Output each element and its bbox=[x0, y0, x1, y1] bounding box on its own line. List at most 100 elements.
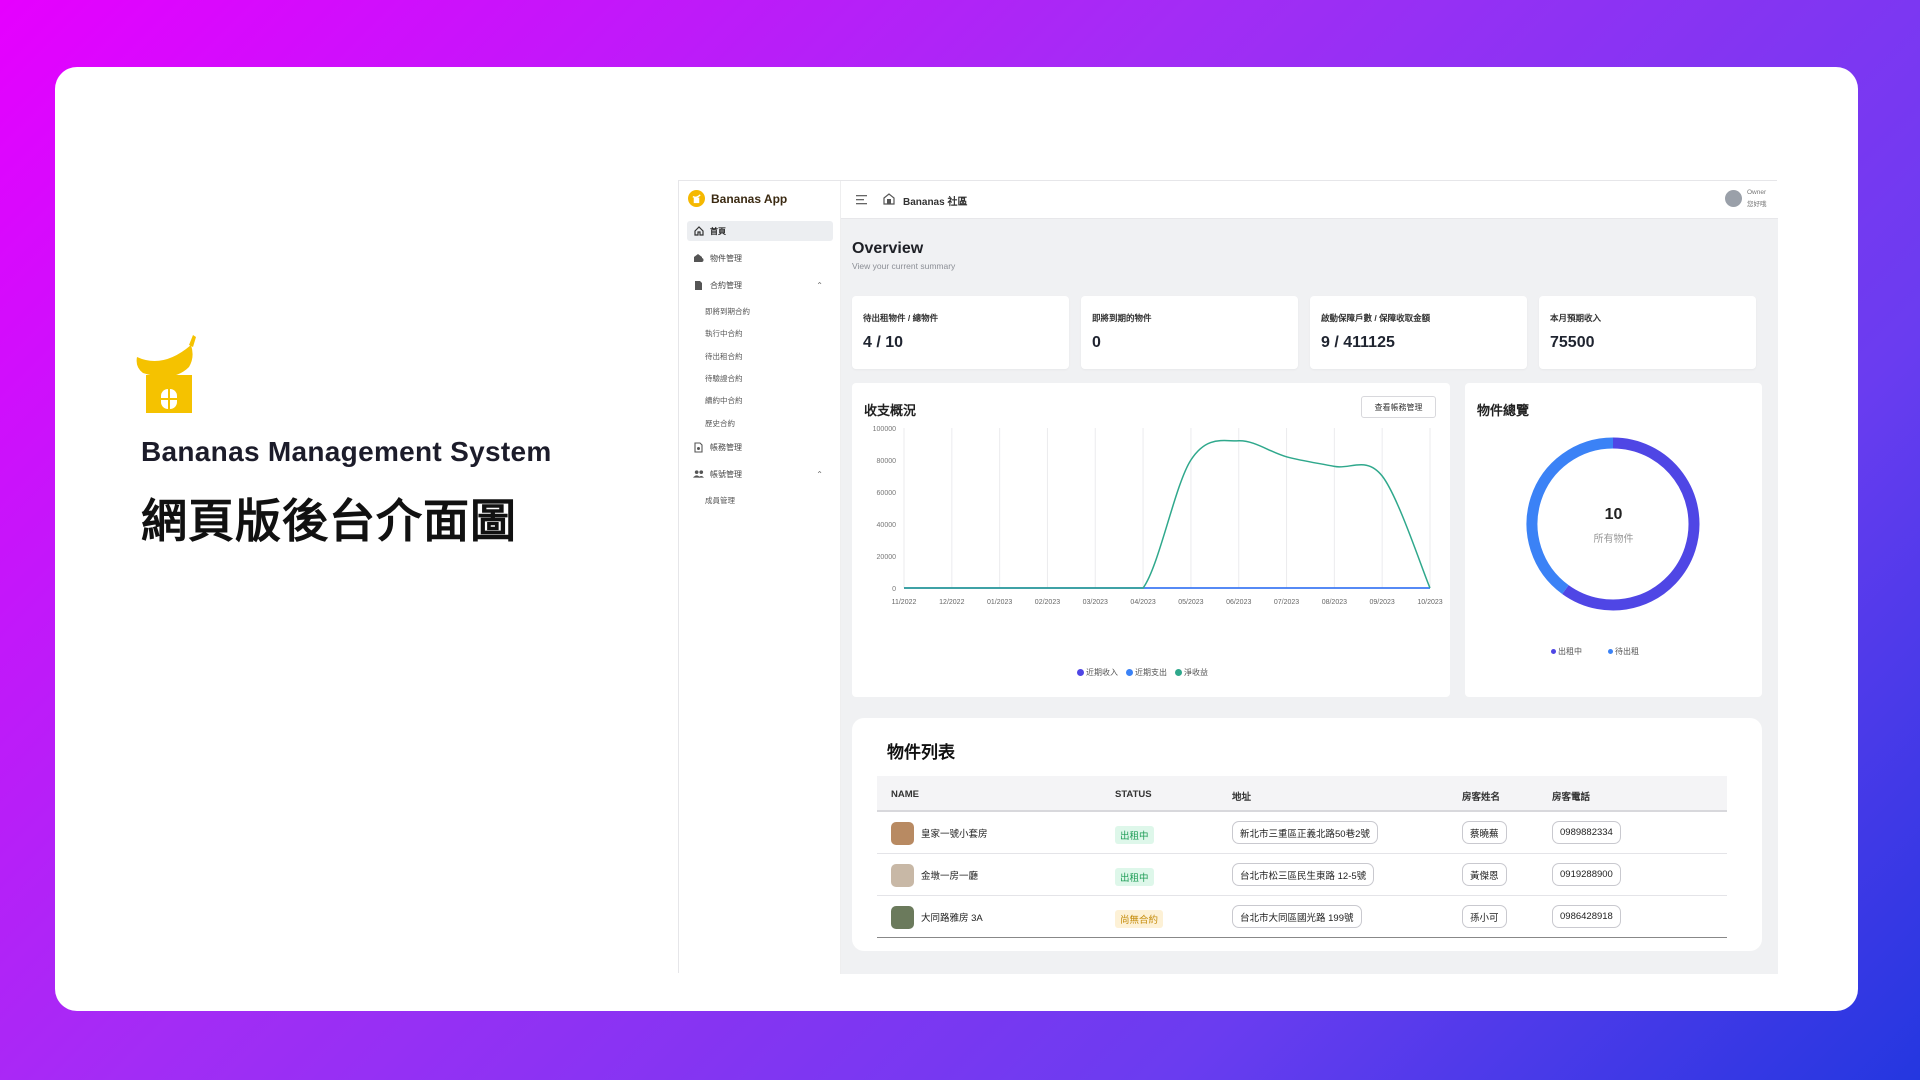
stat-card-expected-income: 本月預期收入 75500 bbox=[1539, 296, 1756, 369]
donut-total-label: 所有物件 bbox=[1593, 534, 1634, 545]
sidebar-subitem-pending-verify[interactable]: 待驗證合約 bbox=[705, 373, 743, 384]
legend-item[interactable]: 近期收入 bbox=[1077, 667, 1118, 678]
sidebar-subitem-renewing[interactable]: 續約中合約 bbox=[705, 395, 743, 406]
donut-total: 10 bbox=[1604, 506, 1623, 523]
stat-label: 即將到期的物件 bbox=[1092, 313, 1152, 323]
x-tick-label: 09/2023 bbox=[1370, 599, 1395, 606]
legend-label: 近期支出 bbox=[1135, 668, 1167, 677]
table-row[interactable]: 皇家一號小套房 出租中 新北市三重區正義北路50巷2號 蔡曉蕪 09898823… bbox=[877, 812, 1727, 854]
community-name[interactable]: Bananas 社區 bbox=[903, 193, 967, 208]
y-tick-label: 100000 bbox=[873, 426, 896, 433]
sidebar-item-label: 帳號管理 bbox=[710, 469, 742, 479]
phone-pill: 0989882334 bbox=[1552, 821, 1621, 844]
income-chart-legend: 近期收入 近期支出 淨收益 bbox=[1077, 667, 1208, 678]
legend-label: 待出租 bbox=[1615, 647, 1639, 656]
sidebar-subitem-active[interactable]: 執行中合約 bbox=[705, 328, 743, 339]
sidebar-item-ledger[interactable]: 帳務管理 bbox=[687, 437, 833, 457]
x-tick-label: 05/2023 bbox=[1178, 599, 1203, 606]
stat-label: 本月預期收入 bbox=[1550, 313, 1602, 323]
legend-item[interactable]: 待出租 bbox=[1608, 646, 1639, 657]
sidebar: Bananas App 首頁 物件管理 合約管理 ⌃ 即將到期合約 執行中合約 … bbox=[679, 181, 841, 974]
ledger-icon bbox=[693, 441, 704, 453]
stat-value: 4 / 10 bbox=[863, 334, 904, 351]
column-header-status[interactable]: STATUS bbox=[1115, 789, 1152, 800]
status-badge: 出租中 bbox=[1115, 826, 1154, 844]
status-badge: 尚無合約 bbox=[1115, 910, 1164, 928]
stat-value: 0 bbox=[1092, 334, 1101, 351]
app-name: Bananas App bbox=[711, 191, 788, 206]
stat-label: 待出租物件 / 總物件 bbox=[863, 313, 939, 323]
legend-item[interactable]: 近期支出 bbox=[1126, 667, 1167, 678]
property-thumbnail bbox=[891, 864, 914, 887]
x-tick-label: 07/2023 bbox=[1274, 599, 1299, 606]
income-panel: 收支概況 查看帳務管理 100000 80000 60000 40000 20000 0 1… bbox=[852, 383, 1450, 697]
x-tick-label: 11/2022 bbox=[892, 599, 917, 606]
chevron-up-icon[interactable]: ⌃ bbox=[816, 281, 823, 290]
table-row[interactable]: 大同路雅房 3A 尚無合約 台北市大同區國光路 199號 孫小可 0986428… bbox=[877, 896, 1727, 938]
phone-pill: 0986428918 bbox=[1552, 905, 1621, 928]
banana-logo-icon bbox=[688, 190, 705, 207]
table-header: NAME STATUS 地址 房客姓名 房客電話 bbox=[877, 776, 1727, 812]
sidebar-subitem-expiring[interactable]: 即將到期合約 bbox=[705, 306, 750, 317]
x-tick-label: 03/2023 bbox=[1083, 599, 1108, 606]
donut-slice-出租中 bbox=[1562, 437, 1700, 611]
address-pill: 新北市三重區正義北路50巷2號 bbox=[1232, 821, 1378, 844]
y-tick-label: 20000 bbox=[877, 554, 897, 561]
user-role: Owner bbox=[1747, 189, 1767, 196]
property-name[interactable]: 大同路雅房 3A bbox=[921, 910, 983, 924]
users-icon bbox=[693, 469, 704, 480]
property-name[interactable]: 金墩一房一廳 bbox=[921, 868, 978, 882]
stat-label: 啟動保障戶數 / 保障收取金額 bbox=[1321, 313, 1431, 323]
column-header-name[interactable]: NAME bbox=[891, 789, 919, 800]
sidebar-subitem-members[interactable]: 成員管理 bbox=[705, 495, 735, 506]
bananas-logo bbox=[136, 335, 196, 413]
sidebar-item-label: 帳務管理 bbox=[710, 442, 742, 452]
legend-item[interactable]: 出租中 bbox=[1551, 646, 1582, 657]
column-header-tenant[interactable]: 房客姓名 bbox=[1462, 789, 1500, 803]
sidebar-item-accounts[interactable]: 帳號管理 ⌃ bbox=[687, 464, 833, 484]
page-title: Overview bbox=[852, 240, 924, 257]
sidebar-subitem-pending-rent[interactable]: 待出租合約 bbox=[705, 351, 743, 362]
property-icon bbox=[693, 253, 704, 264]
menu-icon[interactable] bbox=[856, 194, 867, 205]
sidebar-item-properties[interactable]: 物件管理 bbox=[687, 248, 833, 268]
sidebar-item-home[interactable]: 首頁 bbox=[687, 221, 833, 241]
topbar: Bananas 社區 Owner 您好哦 bbox=[841, 181, 1778, 219]
table-body: 皇家一號小套房 出租中 新北市三重區正義北路50巷2號 蔡曉蕪 09898823… bbox=[877, 812, 1727, 938]
table-row[interactable]: 金墩一房一廳 出租中 台北市松三區民生東路 12-5號 黃傑恩 09192889… bbox=[877, 854, 1727, 896]
tenant-pill: 黃傑恩 bbox=[1462, 863, 1507, 886]
community-icon bbox=[883, 193, 895, 205]
x-tick-label: 04/2023 bbox=[1130, 599, 1155, 606]
property-list-panel: 物件列表 NAME STATUS 地址 房客姓名 房客電話 皇家一號小套房 出租… bbox=[852, 718, 1762, 951]
legend-dot bbox=[1608, 649, 1613, 654]
column-header-phone[interactable]: 房客電話 bbox=[1552, 789, 1590, 803]
legend-item[interactable]: 淨收益 bbox=[1175, 667, 1208, 678]
y-tick-label: 40000 bbox=[877, 522, 897, 529]
sidebar-item-contracts[interactable]: 合約管理 ⌃ bbox=[687, 275, 833, 295]
status-badge: 出租中 bbox=[1115, 868, 1154, 886]
app-screenshot: Bananas App 首頁 物件管理 合約管理 ⌃ 即將到期合約 執行中合約 … bbox=[678, 180, 1778, 974]
phone-pill: 0919288900 bbox=[1552, 863, 1621, 886]
avatar[interactable] bbox=[1725, 190, 1742, 207]
address-pill: 台北市松三區民生東路 12-5號 bbox=[1232, 863, 1375, 886]
page-subtitle: View your current summary bbox=[852, 261, 956, 271]
series-line-淨收益 bbox=[904, 439, 1431, 589]
legend-dot bbox=[1077, 669, 1084, 676]
income-line-chart: 100000 80000 60000 40000 20000 0 11/2022 12/202… bbox=[873, 426, 1443, 606]
property-list-title: 物件列表 bbox=[887, 743, 955, 762]
legend-label: 近期收入 bbox=[1086, 668, 1118, 677]
y-tick-label: 60000 bbox=[877, 490, 897, 497]
slide-subtitle: 網頁版後台介面圖 bbox=[141, 495, 517, 547]
sidebar-item-label: 物件管理 bbox=[710, 253, 742, 263]
sidebar-item-label: 首頁 bbox=[710, 226, 726, 236]
sidebar-brand[interactable]: Bananas App bbox=[688, 190, 787, 207]
property-name[interactable]: 皇家一號小套房 bbox=[921, 826, 988, 840]
property-table: NAME STATUS 地址 房客姓名 房客電話 皇家一號小套房 出租中 新北市… bbox=[877, 776, 1727, 938]
contract-icon bbox=[693, 280, 704, 291]
chevron-up-icon[interactable]: ⌃ bbox=[816, 470, 823, 479]
column-header-address[interactable]: 地址 bbox=[1232, 789, 1251, 803]
tenant-pill: 孫小可 bbox=[1462, 905, 1507, 928]
sidebar-item-label: 合約管理 bbox=[710, 280, 742, 290]
sidebar-subitem-history[interactable]: 歷史合約 bbox=[705, 418, 735, 429]
home-icon bbox=[693, 226, 704, 237]
